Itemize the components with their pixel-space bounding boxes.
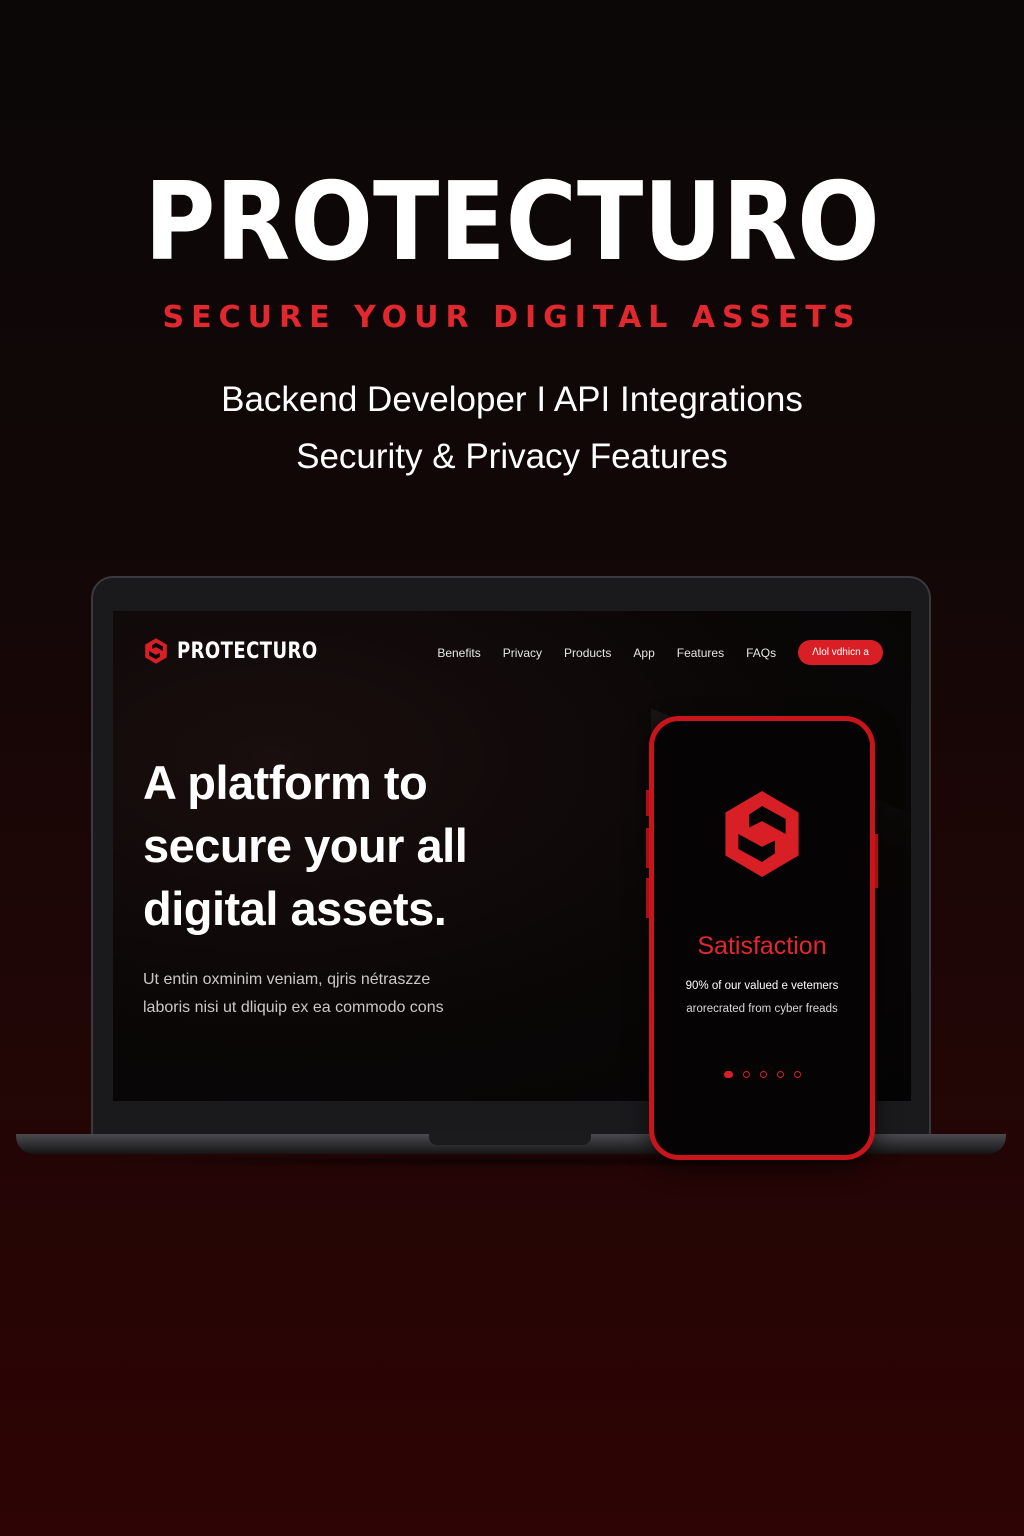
nav-link-benefits[interactable]: Benefits [437, 646, 480, 660]
nav-link-products[interactable]: Products [564, 646, 611, 660]
carousel-dot[interactable] [723, 1071, 733, 1078]
nav-link-faqs[interactable]: FAQs [746, 646, 776, 660]
hero-body-line1: Ut entin oxminim veniam, qjris nétraszze [143, 971, 431, 988]
phone-power-button [875, 834, 878, 888]
poster-tagline: SECURE YOUR DIGITAL ASSETS [162, 300, 862, 335]
nav-link-app[interactable]: App [633, 646, 654, 660]
site-nav: Benefits Privacy Products App Features F… [437, 640, 883, 665]
carousel-dot[interactable] [776, 1071, 784, 1078]
hero-body-line2: laboris nisi ut dliquip ex ea commodo co… [143, 999, 444, 1016]
phone-screen: Satisfaction 90% of our valued e vetemer… [654, 721, 870, 1155]
nav-cta-button[interactable]: ꓥlol vdhicn a [798, 640, 883, 665]
carousel-dot[interactable] [793, 1071, 801, 1078]
phone-frame: Satisfaction 90% of our valued e vetemer… [646, 716, 878, 1160]
phone-side-button [646, 828, 649, 868]
carousel-dot[interactable] [759, 1071, 767, 1078]
hero-headline: A platform to secure your all digital as… [143, 751, 523, 940]
phone-subtitle-line1: 90% of our valued e vetemers [685, 980, 839, 992]
shield-logo-icon [725, 791, 799, 877]
poster-role-line1: Backend Developer I API Integrations [221, 380, 803, 419]
site-logo[interactable]: PROTECTURO [143, 637, 348, 665]
hero-headline-line3: digital assets. [143, 882, 447, 935]
phone-side-button [646, 790, 649, 816]
shield-logo-icon [145, 638, 167, 664]
poster-role-line2: Security & Privacy Features [296, 437, 728, 476]
hero-headline-line2: secure your all [143, 819, 468, 872]
phone-side-button [646, 878, 649, 918]
laptop-notch [429, 1134, 591, 1145]
site-logo-text: PROTECTURO [177, 638, 318, 664]
nav-link-privacy[interactable]: Privacy [503, 646, 542, 660]
nav-link-features[interactable]: Features [677, 646, 724, 660]
hero-body: Ut entin oxminim veniam, qjris nétraszze… [143, 966, 523, 1022]
carousel-dots [654, 1071, 870, 1078]
phone-subtitle-line2: arorecrated from cyber freads [686, 1003, 838, 1015]
phone-title: Satisfaction [697, 932, 827, 960]
hero-headline-line1: A platform to [143, 756, 428, 809]
carousel-dot[interactable] [742, 1071, 750, 1078]
poster-title: PROTECTURO [144, 160, 880, 285]
